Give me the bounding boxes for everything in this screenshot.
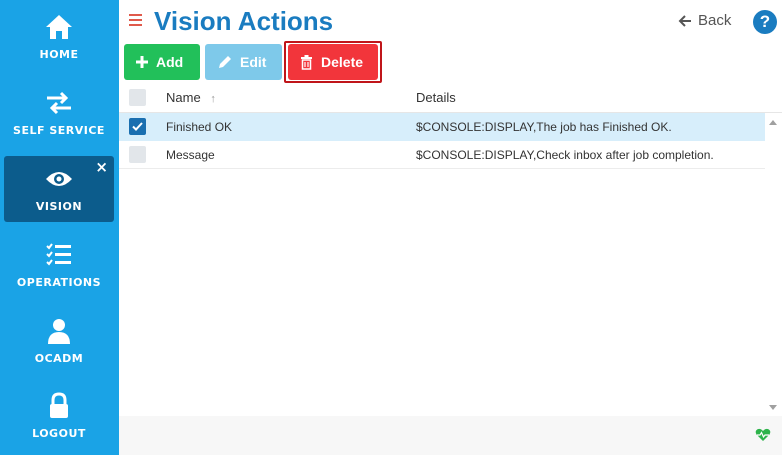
row-checkbox[interactable]: [129, 146, 146, 163]
sidebar-item-label: LOGOUT: [32, 427, 86, 440]
row-details: $CONSOLE:DISPLAY,Check inbox after job c…: [416, 148, 714, 162]
arrow-left-icon: [678, 14, 691, 27]
help-button[interactable]: ?: [753, 10, 777, 34]
checklist-icon: [4, 240, 114, 270]
row-checkbox[interactable]: [129, 118, 146, 135]
column-header-name[interactable]: Name ↑: [166, 90, 216, 105]
sidebar-item-label: OPERATIONS: [16, 276, 102, 289]
scroll-up-arrow-icon[interactable]: [769, 120, 777, 125]
lock-icon: [4, 391, 114, 421]
pencil-icon: [219, 55, 231, 68]
sidebar-item-label: SELF SERVICE: [13, 124, 105, 137]
app-window: HOME SELF SERVICE × VISION OPERATIONS OC…: [0, 0, 782, 455]
sidebar-item-label: OCADM: [34, 352, 84, 365]
add-button[interactable]: Add: [124, 44, 200, 80]
sidebar: HOME SELF SERVICE × VISION OPERATIONS OC…: [0, 0, 119, 455]
scroll-down-arrow-icon[interactable]: [769, 405, 777, 410]
status-footer: [119, 416, 782, 455]
user-icon: [4, 316, 114, 346]
home-icon: [4, 12, 114, 42]
row-name: Finished OK: [166, 120, 233, 134]
actions-table: Name ↑ Details Finished OK $CONSOLE:DISP…: [119, 84, 782, 169]
edit-button[interactable]: Edit: [205, 44, 282, 80]
sidebar-item-vision[interactable]: × VISION: [4, 156, 114, 222]
table-header: Name ↑ Details: [119, 84, 782, 113]
row-details: $CONSOLE:DISPLAY,The job has Finished OK…: [416, 120, 672, 134]
page-title: Vision Actions: [154, 6, 334, 36]
trash-icon: [301, 54, 312, 70]
sidebar-item-self-service[interactable]: SELF SERVICE: [4, 80, 114, 146]
sidebar-item-label: VISION: [35, 200, 83, 213]
menu-icon[interactable]: [129, 14, 142, 26]
sidebar-item-logout[interactable]: LOGOUT: [4, 383, 114, 449]
sidebar-item-label: HOME: [39, 48, 79, 61]
sidebar-item-operations[interactable]: OPERATIONS: [4, 232, 114, 298]
delete-button[interactable]: Delete: [288, 44, 378, 80]
select-all-checkbox[interactable]: [129, 89, 146, 106]
column-header-details[interactable]: Details: [416, 90, 456, 105]
sort-ascending-icon: ↑: [210, 93, 216, 105]
swap-arrows-icon: [4, 88, 114, 118]
back-button[interactable]: Back: [678, 12, 731, 29]
heartbeat-icon: [755, 428, 771, 447]
delete-label: Delete: [321, 54, 364, 70]
plus-icon: [136, 56, 148, 68]
row-name: Message: [166, 148, 215, 162]
back-label: Back: [698, 12, 732, 29]
table-row[interactable]: Message $CONSOLE:DISPLAY,Check inbox aft…: [119, 141, 782, 169]
checkmark-icon: [132, 122, 143, 131]
row-divider: [119, 168, 765, 169]
table-scrollbar[interactable]: [765, 113, 782, 416]
sidebar-item-ocadm[interactable]: OCADM: [4, 308, 114, 374]
question-icon: ?: [759, 12, 771, 31]
add-label: Add: [156, 54, 184, 70]
table-row[interactable]: Finished OK $CONSOLE:DISPLAY,The job has…: [119, 113, 782, 141]
edit-label: Edit: [240, 54, 267, 70]
eye-icon: [4, 164, 114, 194]
sidebar-item-home[interactable]: HOME: [4, 4, 114, 70]
